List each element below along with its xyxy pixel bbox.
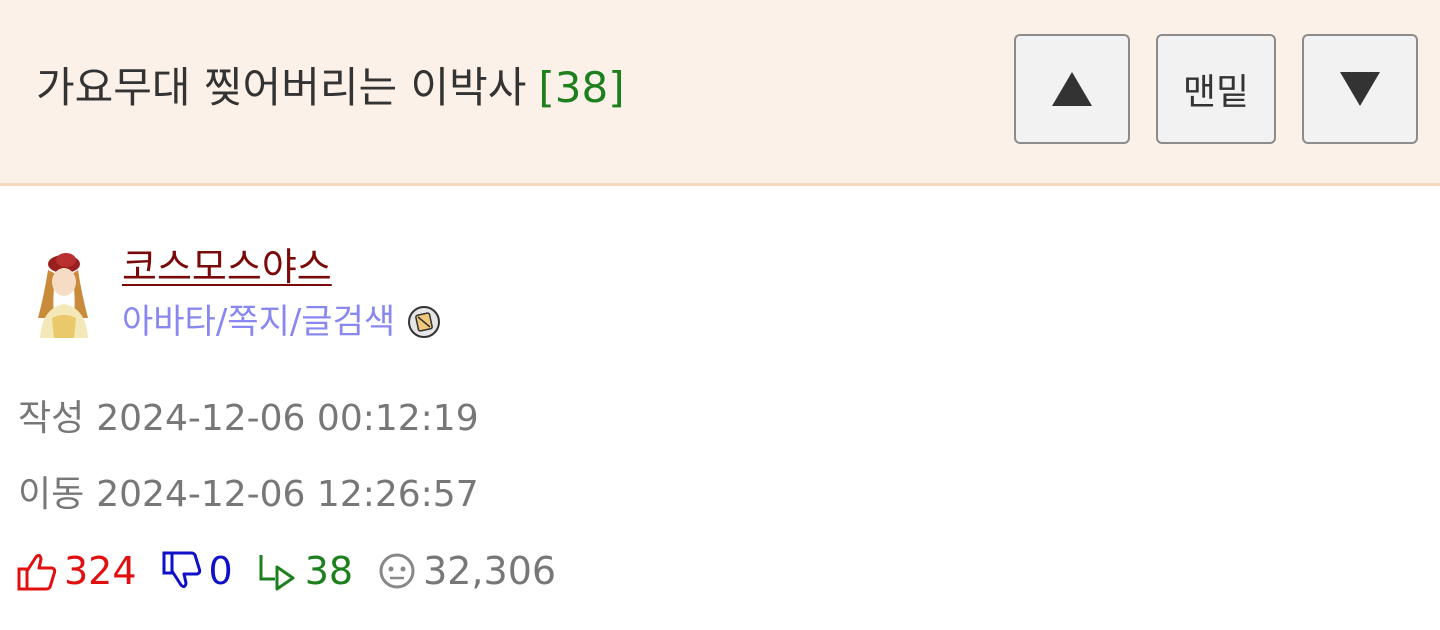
post-header: 가요무대 찢어버리는 이박사 [38] 맨밑 xyxy=(0,0,1440,186)
author-name[interactable]: 코스모스야스 xyxy=(122,242,332,292)
post-title-text: 가요무대 찢어버리는 이박사 xyxy=(36,63,527,112)
reply-stat[interactable]: 38 xyxy=(257,549,353,593)
author-links-text[interactable]: 아바타/쪽지/글검색 xyxy=(122,298,395,346)
written-label: 작성 xyxy=(18,398,85,439)
thumbs-up-icon xyxy=(17,553,57,591)
reply-count: 38 xyxy=(304,549,354,593)
moved-time: 2024-12-06 12:26:57 xyxy=(96,474,479,515)
moved-time-row: 이동 2024-12-06 12:26:57 xyxy=(18,470,479,520)
thumbs-down-icon xyxy=(162,551,201,589)
view-count: 32,306 xyxy=(423,549,557,593)
eyes-face-icon xyxy=(379,553,415,589)
moved-label: 이동 xyxy=(18,474,85,515)
scroll-up-button[interactable] xyxy=(1014,34,1130,144)
scroll-down-button[interactable] xyxy=(1302,34,1418,144)
author-avatar[interactable] xyxy=(28,248,98,338)
post-title: 가요무대 찢어버리는 이박사 [38] xyxy=(36,58,625,118)
downvote-stat[interactable]: 0 xyxy=(161,549,233,593)
comment-count: [38] xyxy=(538,63,625,112)
upvote-count: 324 xyxy=(64,549,137,593)
downvote-count: 0 xyxy=(208,549,233,593)
triangle-up-icon xyxy=(1052,72,1092,106)
scroll-bottom-button[interactable]: 맨밑 xyxy=(1156,34,1276,144)
post-stats: 324 0 38 32,306 xyxy=(16,546,580,596)
triangle-down-icon xyxy=(1340,72,1380,106)
written-time-row: 작성 2024-12-06 00:12:19 xyxy=(18,394,479,444)
author-links: 아바타/쪽지/글검색 xyxy=(122,298,441,346)
upvote-stat[interactable]: 324 xyxy=(16,549,137,593)
message-badge-icon[interactable] xyxy=(407,305,441,339)
reply-arrow-icon xyxy=(259,555,295,591)
view-stat: 32,306 xyxy=(377,549,556,593)
written-time: 2024-12-06 00:12:19 xyxy=(96,398,479,439)
